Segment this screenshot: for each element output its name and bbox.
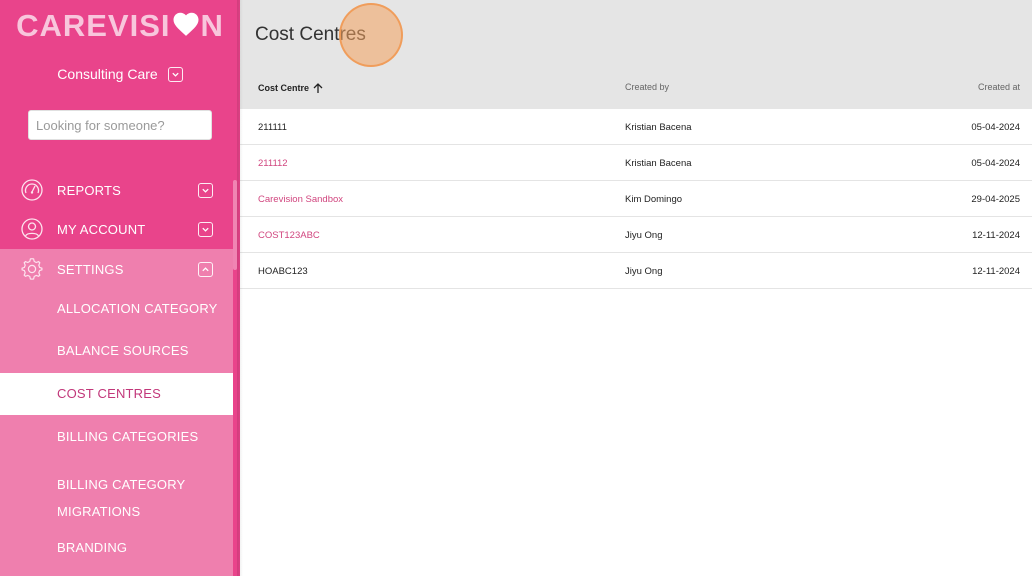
created-at-cell: 29-04-2025 [971, 194, 1020, 205]
column-header-created-by[interactable]: Created by [625, 82, 669, 92]
column-header-label: Created by [625, 82, 670, 92]
submenu-item-billing-category-migrations[interactable]: BILLING CATEGORY MIGRATIONS [0, 471, 233, 525]
heart-icon [173, 12, 199, 36]
submenu-item-label-line2: MIGRATIONS [57, 504, 141, 519]
nav-reports-label: REPORTS [57, 182, 122, 198]
created-by-cell: Jiyu Ong [625, 266, 663, 277]
chevron-down-icon[interactable] [198, 182, 213, 198]
created-at-cell: 05-04-2024 [971, 122, 1020, 133]
column-header-cost-centre[interactable]: Cost Centre [258, 82, 324, 94]
org-switcher[interactable]: Consulting Care [0, 66, 240, 82]
created-at-cell: 12-11-2024 [972, 230, 1020, 241]
table-row[interactable]: 211111 Kristian Bacena 05-04-2024 [240, 109, 1032, 145]
submenu-item-label-line1: BILLING CATEGORY [57, 477, 186, 492]
main-content: Cost Centres Cost Centre Created by Crea… [240, 0, 1032, 576]
nav-my-account-label: MY ACCOUNT [57, 221, 146, 237]
app-logo[interactable]: CAREVISI N [0, 8, 240, 44]
cost-centre-link[interactable]: Carevision Sandbox [258, 194, 343, 205]
cost-centre-link[interactable]: COST123ABC [258, 230, 320, 241]
submenu-item-label: BILLING CATEGORIES [57, 429, 199, 444]
chevron-up-icon[interactable] [198, 261, 213, 277]
arrow-up-icon [313, 83, 323, 93]
nav-reports[interactable]: REPORTS [0, 170, 233, 210]
submenu-item-allocation-category[interactable]: ALLOCATION CATEGORY [0, 301, 233, 316]
logo-text-left: CAREVISI [16, 8, 171, 43]
submenu-item-label: BRANDING [57, 540, 128, 555]
column-header-label: Cost Centre [258, 83, 310, 93]
nav-settings[interactable]: SETTINGS [0, 249, 233, 289]
created-by-cell: Kim Domingo [625, 194, 683, 205]
created-at-cell: 12-11-2024 [972, 266, 1020, 277]
cost-centre-cell: 211111 [258, 122, 287, 133]
column-header-created-at[interactable]: Created at [978, 82, 1020, 92]
sidebar: CAREVISI N Consulting Care REPORTS MY ACC… [0, 0, 240, 576]
cost-centre-cell: HOABC123 [258, 266, 308, 277]
created-by-cell: Kristian Bacena [625, 158, 692, 169]
speedometer-icon [21, 179, 43, 201]
table-row[interactable]: HOABC123 Jiyu Ong 12-11-2024 [240, 253, 1032, 289]
nav-settings-label: SETTINGS [57, 261, 124, 277]
column-header-label: Created at [977, 82, 1020, 92]
submenu-item-cost-centres[interactable]: COST CENTRES [0, 373, 233, 415]
table-row[interactable]: COST123ABC Jiyu Ong 12-11-2024 [240, 217, 1032, 253]
submenu-item-label: BALANCE SOURCES [57, 343, 189, 358]
submenu-item-branding[interactable]: BRANDING [0, 540, 233, 555]
created-at-cell: 05-04-2024 [971, 158, 1020, 169]
chevron-down-icon[interactable] [198, 221, 213, 237]
search-field[interactable] [28, 110, 212, 140]
settings-submenu: ALLOCATION CATEGORY BALANCE SOURCES COST… [0, 289, 233, 576]
table-header-area: Cost Centres Cost Centre Created by Crea… [240, 0, 1032, 109]
submenu-item-balance-sources[interactable]: BALANCE SOURCES [0, 343, 233, 358]
table-row[interactable]: 211112 Kristian Bacena 05-04-2024 [240, 145, 1032, 181]
org-name: Consulting Care [57, 66, 158, 82]
created-by-cell: Kristian Bacena [625, 122, 692, 133]
submenu-item-label: ALLOCATION CATEGORY [57, 301, 218, 316]
search-input[interactable] [36, 117, 204, 133]
submenu-item-billing-categories[interactable]: BILLING CATEGORIES [0, 429, 233, 444]
submenu-item-label: COST CENTRES [57, 386, 162, 401]
click-indicator [339, 3, 403, 67]
gear-icon [21, 258, 43, 280]
chevron-down-icon[interactable] [167, 66, 183, 82]
logo-text-right: N [200, 8, 224, 43]
cost-centre-link[interactable]: 211112 [258, 158, 288, 169]
created-by-cell: Jiyu Ong [625, 230, 663, 241]
table-row[interactable]: Carevision Sandbox Kim Domingo 29-04-202… [240, 181, 1032, 217]
user-icon [21, 218, 43, 240]
sidebar-divider [237, 0, 243, 576]
nav-my-account[interactable]: MY ACCOUNT [0, 210, 233, 248]
